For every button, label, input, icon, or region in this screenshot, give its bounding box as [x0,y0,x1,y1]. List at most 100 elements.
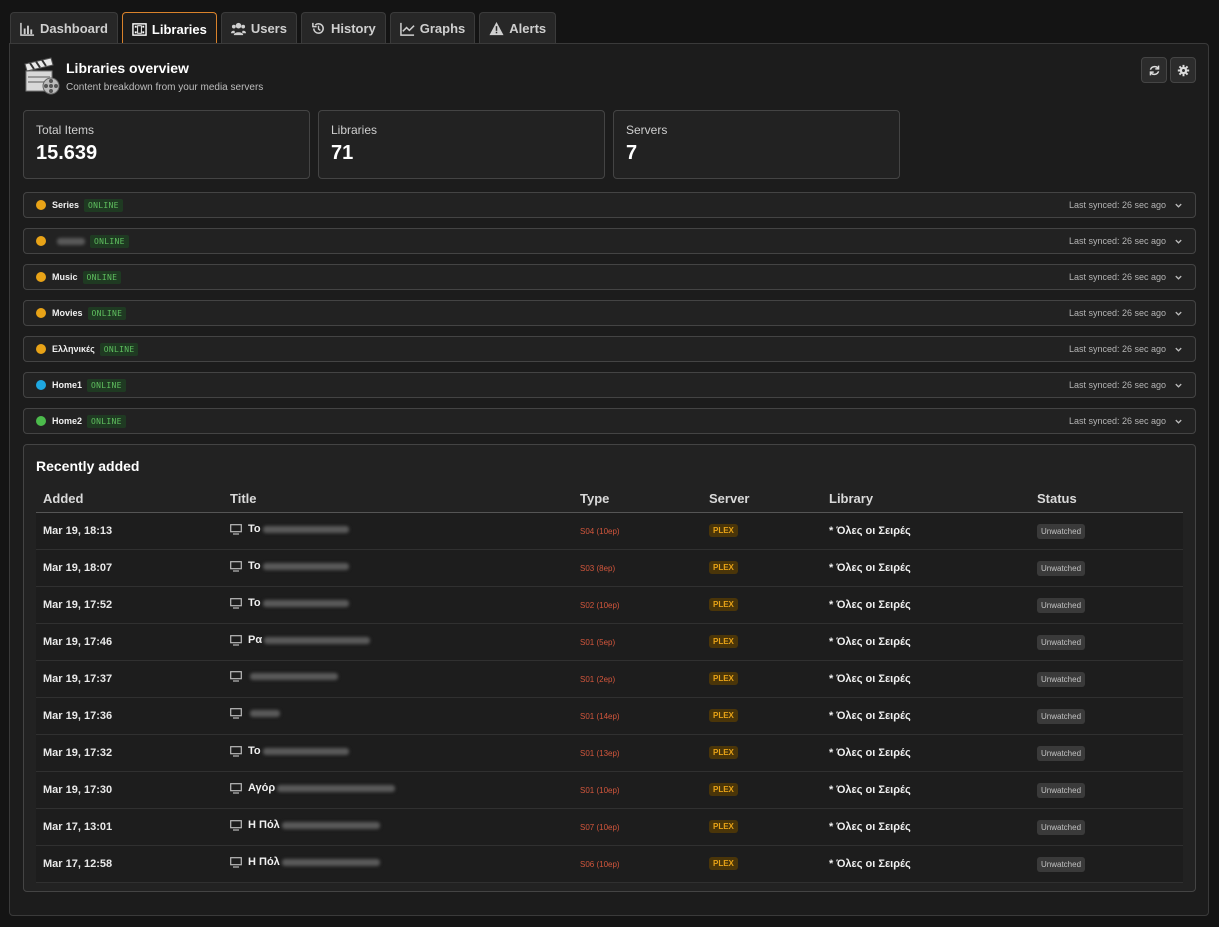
tab-users[interactable]: Users [220,12,297,44]
table-row[interactable]: Mar 19, 18:13 Το S04 (10ep) PLEX * Όλες οι Σ… [36,513,1183,550]
server-badge: PLEX [709,524,738,537]
redacted-text [281,821,380,829]
status-dot [36,308,46,318]
type-cell: S01 (13ep) [580,749,620,758]
table-row[interactable]: Mar 19, 17:46 Ρα S01 (5ep) PLEX * Όλες οι Σε… [36,624,1183,661]
type-cell: S07 (10ep) [580,823,620,832]
library-cell: * Όλες οι Σειρές [829,562,911,574]
server-badge: PLEX [709,820,738,833]
redacted-text [277,784,396,792]
title-cell[interactable]: Το [230,560,349,572]
library-row[interactable]: Series ONLINE Last synced: 26 sec ago [23,192,1196,218]
redacted-text [57,237,85,245]
settings-button[interactable] [1170,57,1196,83]
tab-graphs[interactable]: Graphs [389,12,476,44]
chevron-down-icon[interactable] [1174,273,1183,282]
library-name: Home2 [52,416,83,426]
status-badge: Unwatched [1037,524,1086,539]
title-cell[interactable] [230,708,280,719]
refresh-button[interactable] [1141,57,1167,83]
type-cell: S01 (5ep) [580,638,616,647]
column-header-status[interactable]: Status [1037,491,1077,506]
stat-label: Libraries [331,123,378,137]
redacted-text [262,599,349,607]
title-cell[interactable] [230,671,338,682]
library-row[interactable]: Movies ONLINE Last synced: 26 sec ago [23,300,1196,326]
tab-history[interactable]: History [300,12,386,44]
library-row[interactable]: Music ONLINE Last synced: 26 sec ago [23,264,1196,290]
library-row[interactable]: ONLINE Last synced: 26 sec ago [23,228,1196,254]
chevron-down-icon[interactable] [1174,237,1183,246]
library-row[interactable]: Home1 ONLINE Last synced: 26 sec ago [23,372,1196,398]
added-date: Mar 19, 17:32 [43,747,113,759]
clapperboard-icon [24,57,60,95]
stat-label: Servers [626,123,668,137]
tv-icon [230,671,242,682]
bar-chart-icon [20,22,35,36]
tab-label: Graphs [419,21,466,36]
library-cell: * Όλες οι Σειρές [829,525,911,537]
tab-dashboard[interactable]: Dashboard [10,12,118,44]
title-cell[interactable]: Ρα [230,634,371,646]
library-name: Movies [52,308,83,318]
redacted-text [262,562,349,570]
last-synced: Last synced: 26 sec ago [1068,344,1166,354]
column-header-type[interactable]: Type [580,491,609,506]
status-dot [36,272,46,282]
chevron-down-icon[interactable] [1174,417,1183,426]
chevron-down-icon[interactable] [1174,381,1183,390]
title-cell[interactable]: Το [230,597,349,609]
recently-added-card: Recently added Added Title Type Server L… [23,444,1196,892]
column-header-title[interactable]: Title [230,491,257,506]
server-badge: PLEX [709,635,738,648]
library-cell: * Όλες οι Σειρές [829,858,911,870]
title-cell[interactable]: Το [230,745,349,757]
tv-icon [230,745,242,757]
column-header-added[interactable]: Added [43,491,83,506]
library-cell: * Όλες οι Σειρές [829,784,911,796]
table-row[interactable]: Mar 19, 17:30 Αγόρ S01 (10ep) PLEX * Όλες οι… [36,772,1183,809]
title-cell[interactable]: Η Πόλ [230,819,380,831]
tab-label: Users [250,21,287,36]
added-date: Mar 19, 17:37 [43,673,113,685]
column-header-server[interactable]: Server [709,491,749,506]
library-row[interactable]: Home2 ONLINE Last synced: 26 sec ago [23,408,1196,434]
table-body: Mar 19, 18:13 Το S04 (10ep) PLEX * Όλες οι Σ… [36,513,1183,883]
chevron-down-icon[interactable] [1174,345,1183,354]
title-text: Το [248,745,261,757]
table-row[interactable]: Mar 19, 17:37 S01 (2ep) PLEX * Όλες οι Σειρ… [36,661,1183,698]
table-row[interactable]: Mar 17, 13:01 Η Πόλ S07 (10ep) PLEX * Όλες ο… [36,809,1183,846]
tab-libraries[interactable]: Libraries [121,12,217,45]
title-cell[interactable]: Η Πόλ [230,856,380,868]
gear-icon [1177,64,1189,76]
users-icon [230,22,246,36]
title-cell[interactable]: Αγόρ [230,782,396,794]
table-row[interactable]: Mar 19, 17:36 S01 (14ep) PLEX * Όλες οι Σει… [36,698,1183,735]
status-dot [36,380,46,390]
status-dot [36,416,46,426]
type-cell: S03 (8ep) [580,564,616,573]
tab-alerts[interactable]: Alerts [479,12,557,44]
added-date: Mar 19, 18:07 [43,562,113,574]
library-name: Music [52,272,78,282]
table-header: Added Title Type Server Library Status [36,489,1183,513]
tv-icon [230,856,242,868]
column-header-library[interactable]: Library [829,491,873,506]
table-row[interactable]: Mar 19, 17:32 Το S01 (13ep) PLEX * Όλες οι Σ… [36,735,1183,772]
library-name: Ελληνικές [52,344,95,354]
library-cell: * Όλες οι Σειρές [829,821,911,833]
table-row[interactable]: Mar 17, 12:58 Η Πόλ S06 (10ep) PLEX * Όλες ο… [36,846,1183,883]
added-date: Mar 19, 18:13 [43,525,113,537]
library-row[interactable]: Ελληνικές ONLINE Last synced: 26 sec ago [23,336,1196,362]
type-cell: S01 (2ep) [580,675,616,684]
history-icon [312,22,324,34]
title-text: Ρα [248,634,263,646]
chevron-down-icon[interactable] [1174,309,1183,318]
title-cell[interactable]: Το [230,523,349,535]
table-row[interactable]: Mar 19, 17:52 Το S02 (10ep) PLEX * Όλες οι Σ… [36,587,1183,624]
chevron-down-icon[interactable] [1174,201,1183,210]
redacted-text [281,858,380,866]
table-row[interactable]: Mar 19, 18:07 Το S03 (8ep) PLEX * Όλες οι Σε… [36,550,1183,587]
type-cell: S02 (10ep) [580,601,620,610]
section-title: Recently added [36,458,140,474]
